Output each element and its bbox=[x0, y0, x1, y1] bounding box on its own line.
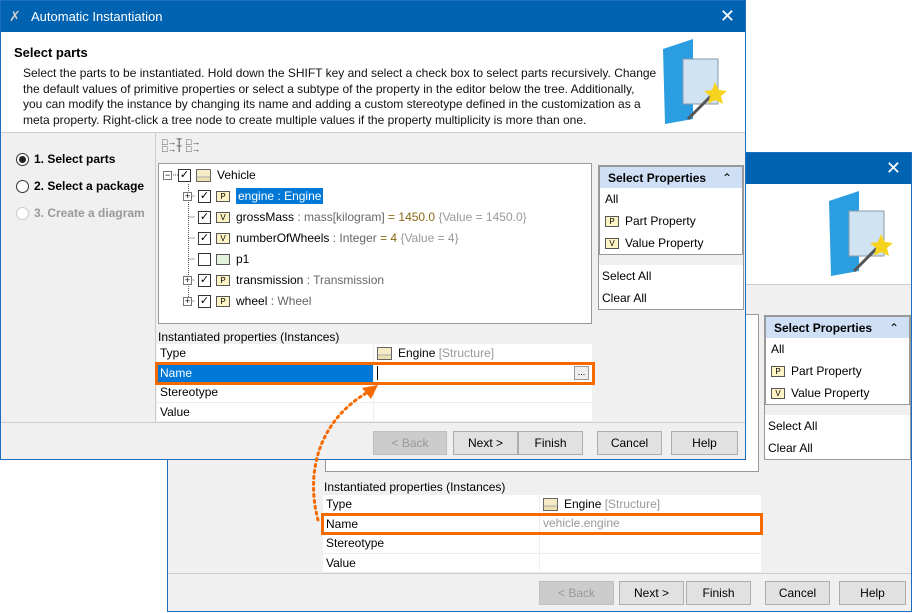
callout-arrow bbox=[312, 385, 378, 522]
